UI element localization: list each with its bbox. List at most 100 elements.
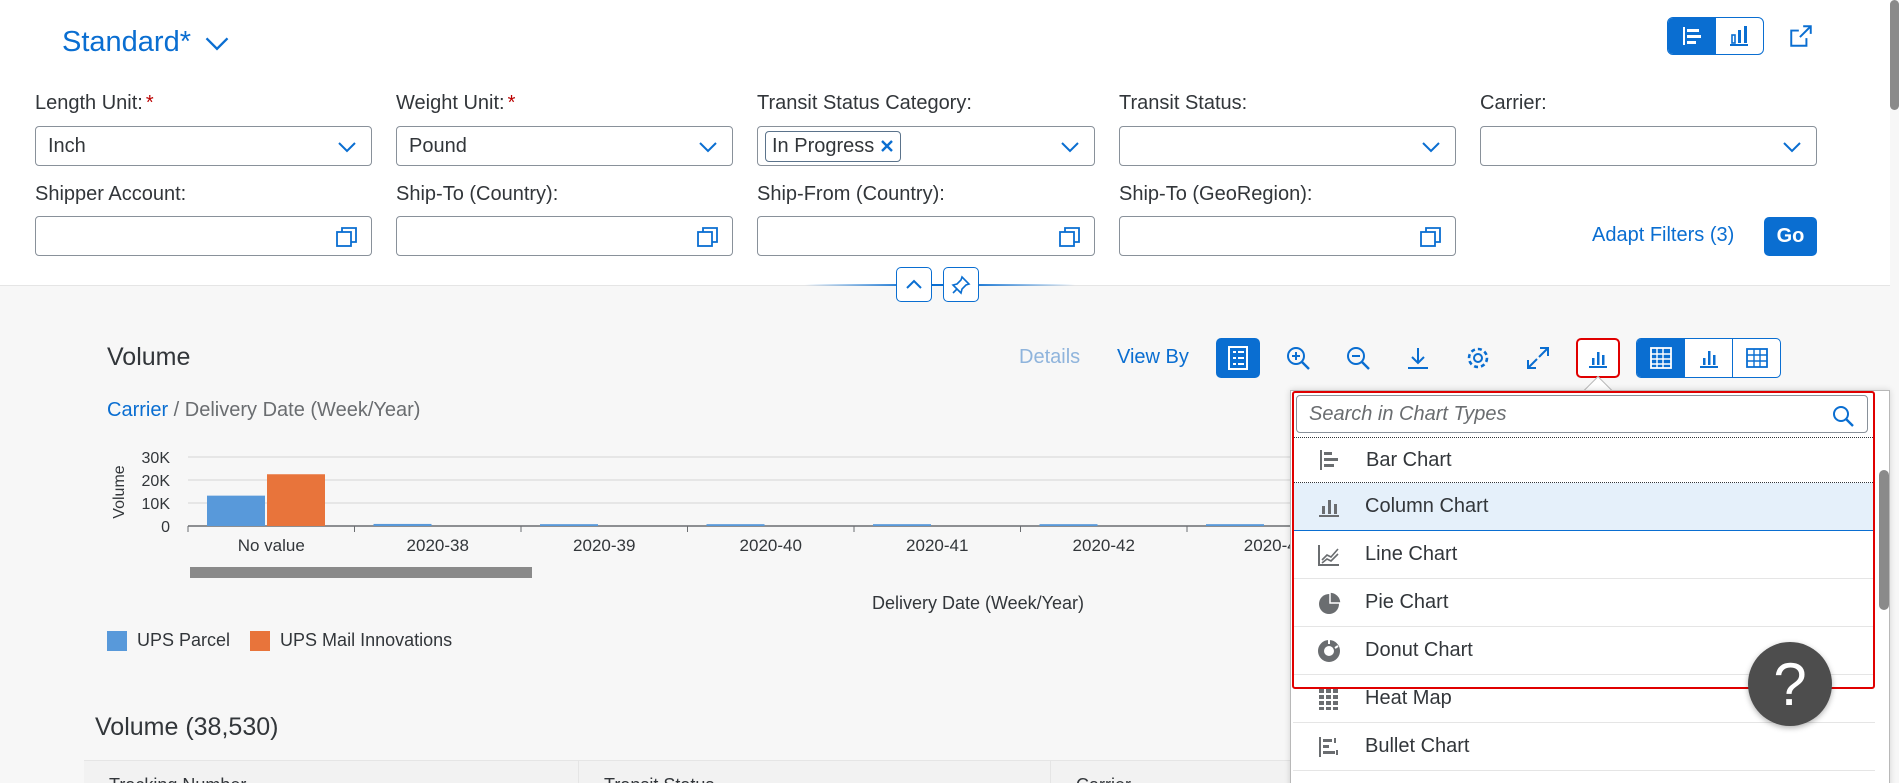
transit-category-label: Transit Status Category: [757,92,972,114]
collapse-header-button[interactable] [896,267,932,302]
carrier-select[interactable] [1480,126,1817,166]
settings-button[interactable] [1456,338,1500,378]
chart-type-button[interactable] [1576,338,1620,378]
x-tick-label[interactable]: 2020-41 [906,536,968,555]
value-help-icon[interactable] [1419,225,1443,249]
x-tick-label[interactable]: 2020-4 [1244,536,1290,555]
column-header-transit-status[interactable]: Transit Status [579,761,1051,783]
share-button[interactable] [1785,20,1817,52]
chevron-down-icon[interactable] [1419,135,1443,159]
heat-map-icon [1319,688,1338,710]
y-axis-ticks: 30K 20K 10K 0 [142,450,171,536]
y-tick-label: 0 [161,519,170,536]
x-tick-label[interactable]: 2020-38 [407,536,469,555]
close-icon[interactable] [880,139,894,153]
bar-ups-parcel[interactable] [1039,524,1098,526]
x-tick-label[interactable]: 2020-42 [1073,536,1135,555]
chart-type-search[interactable] [1296,395,1868,433]
bar-ups-parcel[interactable] [1206,524,1264,526]
chart-table-view-button[interactable] [1637,339,1685,377]
shipper-account-input[interactable] [35,216,372,256]
drill-breadcrumb: Carrier / Delivery Date (Week/Year) [107,399,421,421]
chart-only-view-button[interactable] [1685,339,1733,377]
chart-view-button[interactable] [1716,18,1764,54]
chart-card-title: Volume [107,343,191,371]
page-scrollbar[interactable] [1890,0,1899,110]
chevron-down-icon[interactable] [1780,135,1804,159]
bar-chart-icon [1320,450,1338,470]
shipto-georegion-input[interactable] [1119,216,1456,256]
variant-selector[interactable]: Standard* [62,26,231,59]
chart-type-item-column[interactable]: Column Chart [1293,483,1875,531]
value-help-icon[interactable] [696,225,720,249]
zoom-in-button[interactable] [1276,338,1320,378]
zoom-out-button[interactable] [1336,338,1380,378]
header-view-toggle [1667,17,1764,55]
download-button[interactable] [1396,338,1440,378]
bar-ups-parcel[interactable] [207,495,265,526]
column-chart-icon [1699,351,1718,368]
column-header-carrier[interactable]: Carrier [1051,761,1294,783]
column-header-tracking[interactable]: Tracking Number [84,761,579,783]
variant-title: Standard* [62,26,191,58]
chart-type-item-pie[interactable]: Pie Chart [1293,579,1875,627]
table-only-view-button[interactable] [1733,339,1780,377]
popover-scrollbar[interactable] [1879,470,1889,610]
x-tick-label[interactable]: No value [238,536,305,555]
weight-unit-select[interactable]: Pound [396,126,733,166]
y-tick-label: 10K [142,496,171,513]
download-icon [1408,348,1428,369]
shipto-country-input[interactable] [396,216,733,256]
chart-type-item-bullet[interactable]: Bullet Chart [1293,723,1875,771]
search-icon[interactable] [1831,404,1855,428]
value-help-icon[interactable] [335,225,359,249]
transit-status-select[interactable] [1119,126,1456,166]
carrier-label: Carrier: [1480,92,1547,114]
chevron-down-icon[interactable] [335,135,359,159]
table-icon [1745,348,1768,368]
shipfrom-country-input[interactable] [757,216,1095,256]
value-help-icon[interactable] [1058,225,1082,249]
chart-table-icon [1649,347,1672,369]
bullet-chart-icon [1319,736,1338,757]
pin-header-button[interactable] [943,267,979,302]
table-header: Tracking Number Transit Status Carrier [84,760,1294,783]
drill-down-button[interactable] [1216,338,1260,378]
column-chart-icon [1319,499,1339,517]
help-button[interactable]: ? [1748,642,1832,726]
breadcrumb-carrier-link[interactable]: Carrier [107,399,168,421]
filter-token[interactable]: In Progress [765,130,902,162]
chart-type-item-line[interactable]: Line Chart [1293,531,1875,579]
legend-item-ups-mail-innovations[interactable]: UPS Mail Innovations [250,630,452,651]
bar-ups-parcel[interactable] [540,524,598,526]
x-tick-label[interactable]: 2020-39 [573,536,635,555]
go-button[interactable]: Go [1764,217,1817,256]
bar-ups-mail-innovations[interactable] [267,474,325,526]
bar-ups-parcel[interactable] [706,524,765,526]
chart-legend: UPS Parcel UPS Mail Innovations [107,630,452,651]
y-tick-label: 20K [142,473,171,490]
chevron-down-icon[interactable] [696,135,720,159]
compact-view-button[interactable] [1668,18,1716,54]
x-tick-label[interactable]: 2020-40 [740,536,802,555]
x-axis-title: Delivery Date (Week/Year) [872,593,1084,613]
chart-type-item-bar[interactable]: Bar Chart [1293,437,1875,483]
transit-status-label: Transit Status: [1119,92,1248,114]
chevron-down-icon[interactable] [1058,135,1082,159]
legend-swatch [250,630,271,651]
gear-icon [1467,347,1489,369]
range-scrollbar[interactable] [190,567,532,578]
transit-category-multicombo[interactable]: In Progress [757,126,1095,166]
volume-column-chart: Volume 30K 20K 10K 0 No value 2020-38 2020-39… [111,450,1290,613]
legend-item-ups-parcel[interactable]: UPS Parcel [107,630,230,651]
chart-type-search-input[interactable] [1309,402,1809,426]
adapt-filters-link[interactable]: Adapt Filters (3) [1592,224,1734,247]
x-axis-ticks: No value 2020-38 2020-39 2020-40 2020-41 2020… [187,526,1290,555]
view-by-button[interactable]: View By [1117,346,1189,369]
fullscreen-icon [1527,347,1549,369]
fullscreen-button[interactable] [1516,338,1560,378]
length-unit-select[interactable]: Inch [35,126,372,166]
details-button[interactable]: Details [1019,346,1080,369]
bar-ups-parcel[interactable] [373,523,432,526]
bar-ups-parcel[interactable] [873,524,931,526]
